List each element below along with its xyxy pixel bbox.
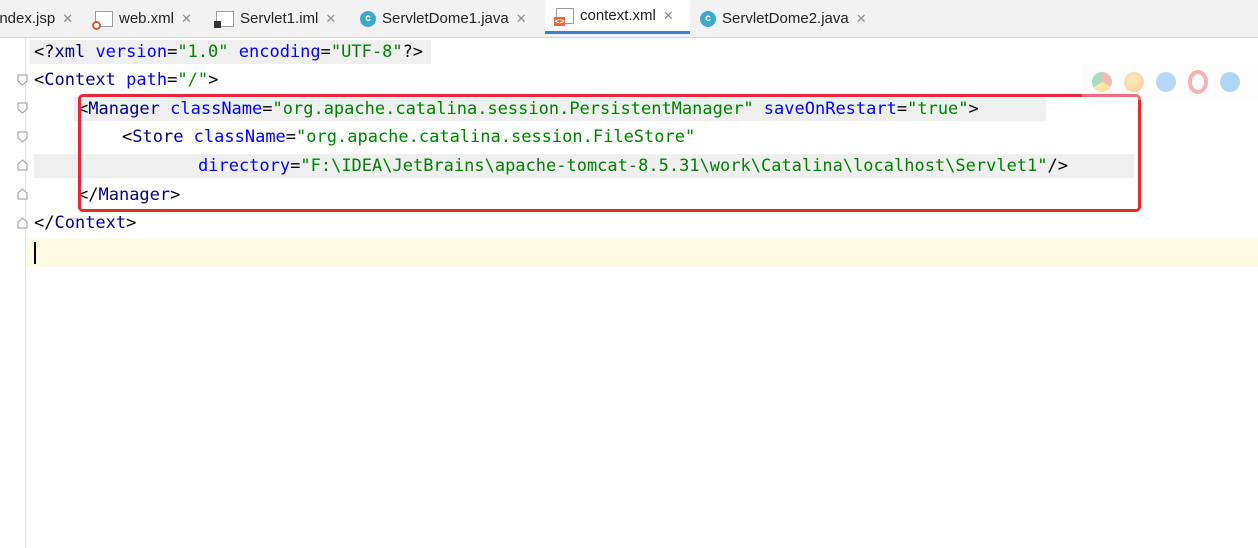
close-icon[interactable]: ✕	[62, 11, 73, 27]
tab-index-jsp[interactable]: index.jsp ✕	[0, 0, 73, 37]
tab-context-xml[interactable]: context.xml ✕	[545, 0, 690, 34]
xml-file-icon	[554, 7, 574, 26]
highlight-annotation-box	[78, 94, 1141, 212]
iml-file-icon	[214, 10, 234, 28]
tab-servletdome1-java[interactable]: c ServletDome1.java ✕	[360, 0, 527, 37]
chrome-icon[interactable]	[1092, 72, 1112, 92]
tab-label: Servlet1.iml	[240, 10, 319, 27]
text-caret	[34, 242, 36, 264]
close-icon[interactable]: ✕	[325, 11, 336, 27]
tab-servletdome2-java[interactable]: c ServletDome2.java ✕	[700, 0, 867, 37]
code-line-7: </Context>	[34, 213, 137, 233]
editor-gutter	[0, 38, 28, 548]
tab-label: context.xml	[580, 7, 656, 24]
code-line-2: <Context path="/">	[34, 70, 219, 90]
current-line-highlight	[26, 238, 1258, 267]
code-line-1: <?xml version="1.0" encoding="UTF-8"?>	[34, 42, 424, 62]
tab-label: index.jsp	[0, 10, 56, 27]
opera-icon[interactable]	[1188, 70, 1208, 94]
code-editor[interactable]: <?xml version="1.0" encoding="UTF-8"?> <…	[26, 38, 1258, 548]
tab-web-xml[interactable]: web.xml ✕	[92, 0, 192, 37]
ie-icon[interactable]	[1220, 72, 1240, 92]
close-icon[interactable]: ✕	[663, 8, 674, 24]
web-xml-icon	[92, 10, 113, 30]
tab-label: ServletDome2.java	[722, 10, 849, 27]
tab-label: ServletDome1.java	[382, 10, 509, 27]
firefox-icon[interactable]	[1124, 72, 1144, 92]
browser-preview-bar	[1082, 64, 1258, 100]
editor-tab-bar: index.jsp ✕ web.xml ✕ Servlet1.iml ✕ c S…	[0, 0, 1258, 38]
close-icon[interactable]: ✕	[856, 11, 867, 27]
close-icon[interactable]: ✕	[181, 11, 192, 27]
java-class-icon: c	[360, 10, 376, 27]
close-icon[interactable]: ✕	[516, 11, 527, 27]
java-class-icon: c	[700, 10, 716, 27]
tab-label: web.xml	[119, 10, 175, 27]
safari-icon[interactable]	[1156, 72, 1176, 92]
tab-servlet1-iml[interactable]: Servlet1.iml ✕	[214, 0, 336, 37]
